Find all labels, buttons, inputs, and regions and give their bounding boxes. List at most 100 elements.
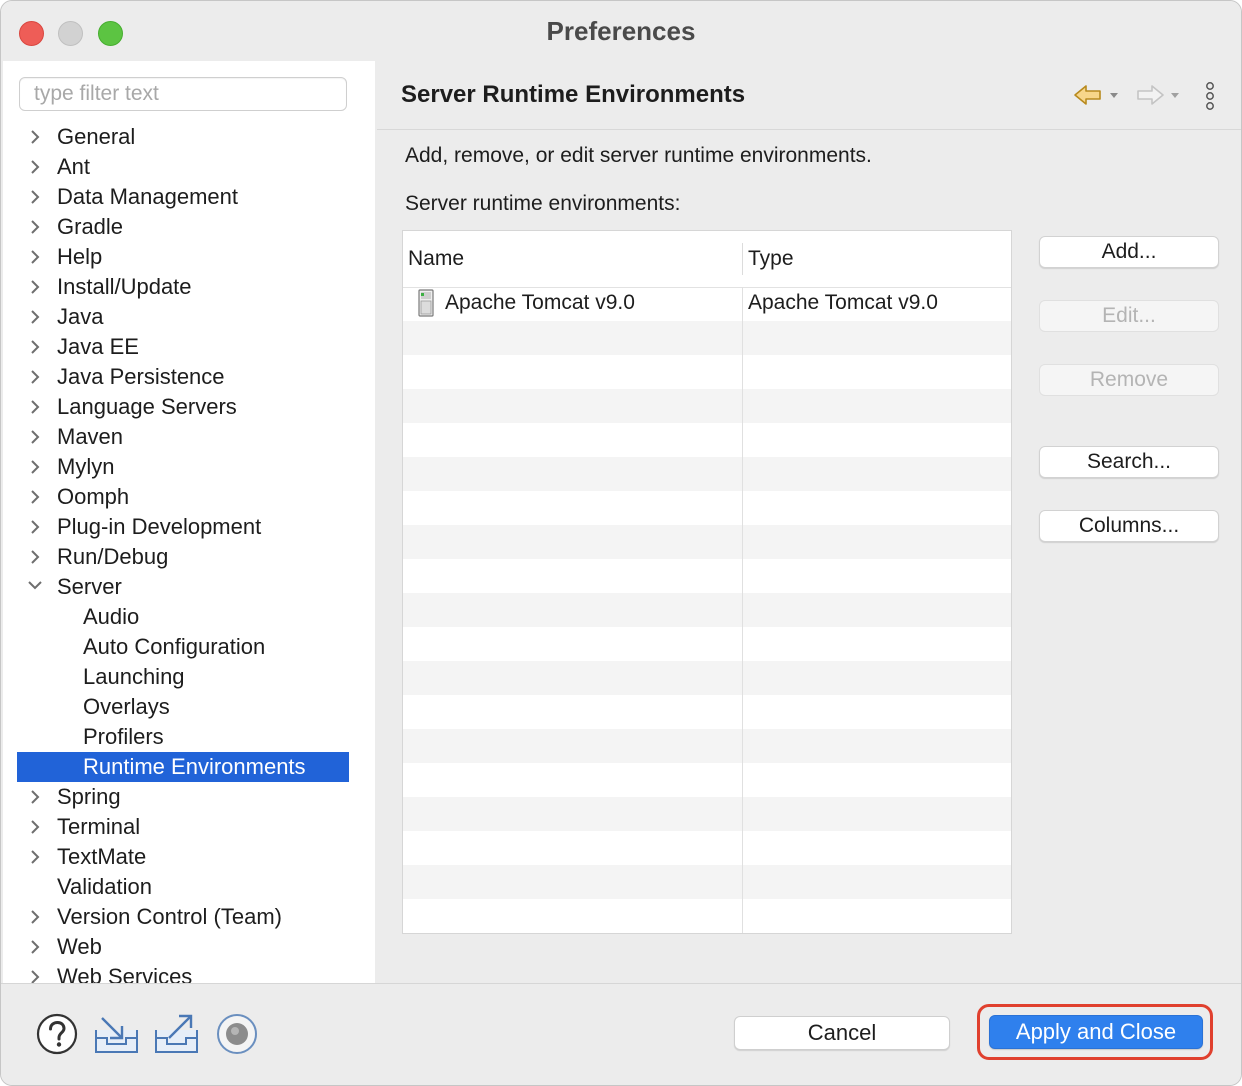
column-divider-line: [742, 287, 743, 933]
table-row: [403, 661, 1011, 695]
tree-item-plug-in-development[interactable]: Plug-in Development: [3, 512, 375, 542]
view-menu-button[interactable]: [1203, 81, 1217, 118]
export-button[interactable]: [153, 1012, 201, 1061]
tree-item-java-ee[interactable]: Java EE: [3, 332, 375, 362]
tree-item-terminal[interactable]: Terminal: [3, 812, 375, 842]
tree-item-server[interactable]: Server: [3, 572, 375, 602]
tree-item-overlays[interactable]: Overlays: [3, 692, 375, 722]
chevron-right-icon[interactable]: [25, 482, 45, 512]
table-row[interactable]: Apache Tomcat v9.0 Apache Tomcat v9.0: [403, 287, 1011, 321]
table-row: [403, 423, 1011, 457]
chevron-right-icon[interactable]: [25, 512, 45, 542]
title-bar: Preferences: [1, 1, 1241, 61]
chevron-down-icon[interactable]: [25, 572, 45, 602]
chevron-right-icon[interactable]: [25, 182, 45, 212]
tree-item-label: Install/Update: [57, 274, 192, 299]
apply-and-close-button[interactable]: Apply and Close: [989, 1015, 1203, 1049]
tree-item-ant[interactable]: Ant: [3, 152, 375, 182]
chevron-right-icon[interactable]: [25, 242, 45, 272]
tree-item-java-persistence[interactable]: Java Persistence: [3, 362, 375, 392]
chevron-right-icon[interactable]: [25, 152, 45, 182]
back-button[interactable]: [1072, 81, 1122, 116]
tree-item-version-control-team[interactable]: Version Control (Team): [3, 902, 375, 932]
back-arrow-icon: [1074, 85, 1118, 105]
chevron-right-icon[interactable]: [25, 902, 45, 932]
tree-item-maven[interactable]: Maven: [3, 422, 375, 452]
chevron-right-icon[interactable]: [25, 932, 45, 962]
tree-item-java[interactable]: Java: [3, 302, 375, 332]
chevron-right-icon[interactable]: [25, 812, 45, 842]
chevron-right-icon[interactable]: [25, 332, 45, 362]
runtime-list-label: Server runtime environments:: [405, 192, 681, 215]
tree-item-install-update[interactable]: Install/Update: [3, 272, 375, 302]
tree-item-label: Java EE: [57, 334, 139, 359]
tree-item-label: Version Control (Team): [57, 904, 282, 929]
chevron-right-icon[interactable]: [25, 212, 45, 242]
tree-item-label: Plug-in Development: [57, 514, 262, 539]
edit-button[interactable]: Edit...: [1039, 300, 1219, 332]
tree-item-validation[interactable]: Validation: [3, 872, 375, 902]
tree-item-data-management[interactable]: Data Management: [3, 182, 375, 212]
tree-item-language-servers[interactable]: Language Servers: [3, 392, 375, 422]
tree-item-help[interactable]: Help: [3, 242, 375, 272]
table-header: Name Type: [403, 231, 1011, 288]
filter-input[interactable]: [19, 77, 347, 111]
chevron-right-icon[interactable]: [25, 782, 45, 812]
remove-button[interactable]: Remove: [1039, 364, 1219, 396]
tree-item-auto-configuration[interactable]: Auto Configuration: [3, 632, 375, 662]
import-button[interactable]: [93, 1012, 141, 1061]
chevron-right-icon[interactable]: [25, 422, 45, 452]
tree-item-label: General: [57, 124, 136, 149]
forward-button[interactable]: [1133, 81, 1183, 116]
tree-item-audio[interactable]: Audio: [3, 602, 375, 632]
column-divider[interactable]: [742, 243, 743, 275]
column-header-name[interactable]: Name: [408, 247, 464, 271]
tree-item-profilers[interactable]: Profilers: [3, 722, 375, 752]
help-button[interactable]: [35, 1012, 79, 1061]
search-button[interactable]: Search...: [1039, 446, 1219, 478]
chevron-right-icon[interactable]: [25, 302, 45, 332]
table-row: [403, 559, 1011, 593]
tree-item-web[interactable]: Web: [3, 932, 375, 962]
column-header-type[interactable]: Type: [748, 247, 794, 271]
tree-item-label: Web Services: [57, 964, 193, 983]
tree-item-label: Java: [57, 304, 104, 329]
chevron-right-icon[interactable]: [25, 122, 45, 152]
tree-item-run-debug[interactable]: Run/Debug: [3, 542, 375, 572]
chevron-right-icon[interactable]: [25, 962, 45, 983]
tree-item-gradle[interactable]: Gradle: [3, 212, 375, 242]
add-button[interactable]: Add...: [1039, 236, 1219, 268]
cell-type: Apache Tomcat v9.0: [748, 291, 938, 314]
tree-item-general[interactable]: General: [3, 122, 375, 152]
columns-button[interactable]: Columns...: [1039, 510, 1219, 542]
chevron-right-icon[interactable]: [25, 272, 45, 302]
cancel-button[interactable]: Cancel: [734, 1016, 950, 1050]
tree-item-label: Profilers: [83, 724, 164, 749]
chevron-right-icon[interactable]: [25, 362, 45, 392]
record-button[interactable]: [215, 1012, 259, 1061]
table-row: [403, 627, 1011, 661]
page-header: Server Runtime Environments: [377, 61, 1241, 130]
table-row: [403, 525, 1011, 559]
tree-item-launching[interactable]: Launching: [3, 662, 375, 692]
page-description: Add, remove, or edit server runtime envi…: [405, 144, 872, 167]
chevron-right-icon[interactable]: [25, 452, 45, 482]
chevron-right-icon[interactable]: [25, 392, 45, 422]
tree-item-label: Help: [57, 244, 103, 269]
page-content: Add, remove, or edit server runtime envi…: [377, 130, 1241, 983]
preferences-tree: General Ant Data Management Gradle Help Insta…: [3, 122, 375, 983]
cell-name: Apache Tomcat v9.0: [445, 291, 635, 314]
chevron-right-icon[interactable]: [25, 542, 45, 572]
tree-item-textmate[interactable]: TextMate: [3, 842, 375, 872]
tree-item-runtime-environments[interactable]: Runtime Environments: [3, 752, 375, 782]
table-row: [403, 831, 1011, 865]
server-icon: [417, 287, 435, 324]
table-row: [403, 797, 1011, 831]
page-title: Server Runtime Environments: [401, 81, 746, 108]
tree-item-oomph[interactable]: Oomph: [3, 482, 375, 512]
table-body: Apache Tomcat v9.0 Apache Tomcat v9.0: [403, 287, 1011, 933]
tree-item-web-services[interactable]: Web Services: [3, 962, 375, 983]
tree-item-mylyn[interactable]: Mylyn: [3, 452, 375, 482]
tree-item-spring[interactable]: Spring: [3, 782, 375, 812]
chevron-right-icon[interactable]: [25, 842, 45, 872]
